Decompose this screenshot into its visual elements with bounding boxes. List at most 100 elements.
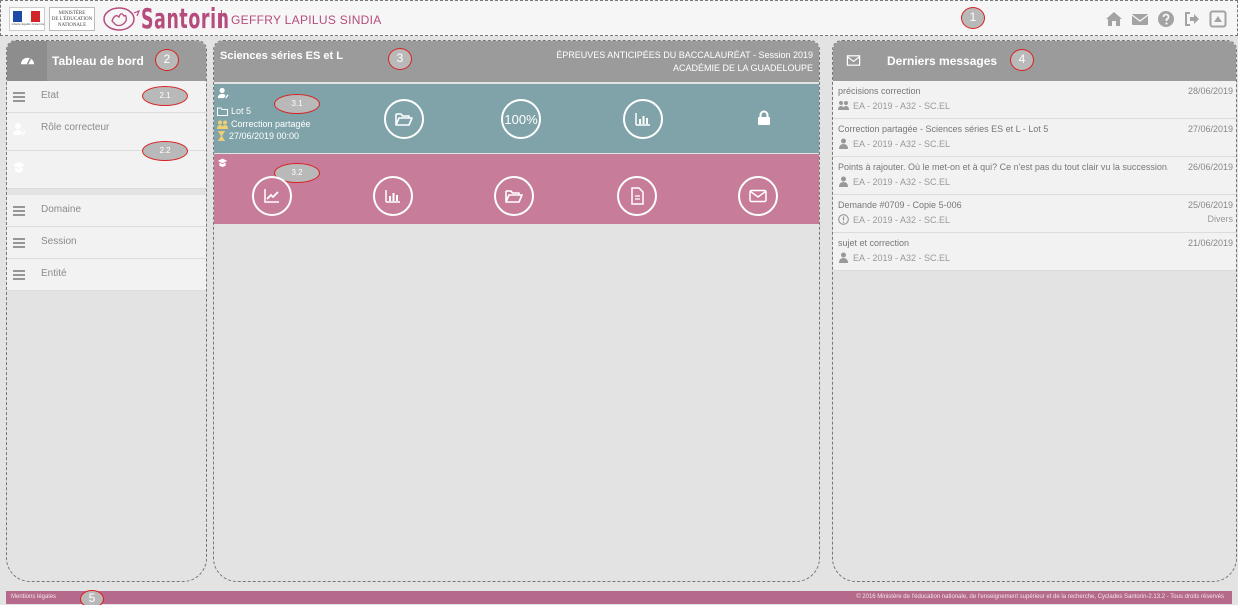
sidebar-item-domaine[interactable]: Domaine	[7, 195, 206, 227]
menu-lines-icon	[7, 81, 31, 112]
callout-3-1: 3.1	[274, 94, 320, 114]
dashboard-gauge-icon	[7, 41, 47, 81]
open-lot-button[interactable]	[384, 99, 424, 139]
document-button[interactable]	[617, 176, 657, 216]
academy-name: ACADÉMIE DE LA GUADELOUPE	[672, 63, 813, 73]
statistics-button[interactable]	[623, 99, 663, 139]
folder-open-icon	[395, 113, 413, 126]
mode-line: Correction partagée	[217, 119, 311, 129]
bar-chart-icon	[385, 190, 400, 203]
info-icon	[838, 214, 849, 225]
message-context: EA - 2019 - A32 - SC.EL	[838, 138, 950, 149]
message-subject: Correction partagée - Sciences séries ES…	[838, 124, 1049, 134]
trend-chart-icon	[264, 189, 279, 203]
message-subject: Points à rajouter. Où le met-on et à qui…	[838, 162, 1168, 172]
legal-link[interactable]: Mentions légales	[11, 591, 56, 604]
message-context: EA - 2019 - A32 - SC.EL	[838, 214, 950, 225]
lot-row-corrector: 3.1 Lot 5 Correction partagée 27/06/2019…	[214, 84, 819, 153]
callout-2-1: 2.1	[142, 86, 188, 106]
callout-5: 5	[80, 590, 104, 605]
progress-indicator[interactable]: 100%	[501, 99, 541, 139]
message-button[interactable]	[738, 176, 778, 216]
user-pen-icon	[217, 87, 229, 99]
graduate-icon	[7, 151, 31, 188]
user-icon	[839, 138, 848, 149]
message-item[interactable]: sujet et correction 21/06/2019 EA - 2019…	[833, 233, 1236, 271]
message-exam-code: EA - 2019 - A32 - SC.EL	[853, 214, 951, 225]
message-item[interactable]: précisions correction 28/06/2019 EA - 20…	[833, 81, 1236, 119]
footer: Mentions légales © 2016 Ministère de l'é…	[6, 591, 1232, 604]
ministry-logo: MINISTÈRE DE L'ÉDUCATION NATIONALE	[49, 7, 95, 31]
date-line: 27/06/2019 00:00	[217, 131, 299, 141]
sidebar-menu: Etat 2.1 Rôle correcteur 2.2 Domaine Ses…	[7, 81, 206, 291]
lot-line: Lot 5	[217, 106, 251, 116]
corrections-panel: Sciences séries ES et L ÉPREUVES ANTICIP…	[213, 40, 820, 582]
stats-button[interactable]	[373, 176, 413, 216]
open-folder-button[interactable]	[494, 176, 534, 216]
message-date: 21/06/2019	[1187, 238, 1233, 248]
republique-logo: Liberté Égalité Fraternité	[9, 7, 45, 31]
collapse-icon[interactable]	[1209, 10, 1227, 28]
messages-list: précisions correction 28/06/2019 EA - 20…	[833, 81, 1236, 271]
message-subject: sujet et correction	[838, 238, 910, 248]
hourglass-icon	[218, 131, 225, 141]
callout-2-2: 2.2	[142, 141, 188, 161]
dashboard-title: Tableau de bord	[52, 54, 144, 68]
header-divider	[221, 10, 222, 28]
sidebar-item-session[interactable]: Session	[7, 227, 206, 259]
menu-lines-icon	[7, 227, 31, 258]
folder-outline-icon	[217, 107, 228, 116]
callout-4: 4	[1010, 49, 1034, 71]
user-icon	[839, 176, 848, 187]
header-actions	[1105, 10, 1227, 28]
message-subject: précisions correction	[838, 86, 921, 96]
callout-2: 2	[155, 49, 179, 71]
envelope-icon[interactable]	[1131, 10, 1149, 28]
message-date: 25/06/2019	[1187, 200, 1233, 210]
lot-row-manager: 3.2	[214, 154, 819, 224]
callout-3: 3	[388, 48, 412, 70]
top-bar: Liberté Égalité Fraternité MINISTÈRE DE …	[0, 0, 1238, 36]
sidebar-item-label: Entité	[41, 268, 67, 279]
message-item[interactable]: Correction partagée - Sciences séries ES…	[833, 119, 1236, 157]
sidebar-item-label: Rôle correcteur	[41, 122, 110, 133]
lock-icon	[758, 110, 770, 125]
app-name[interactable]: Santorin	[141, 4, 230, 34]
group-icon	[838, 101, 849, 110]
message-item[interactable]: Points à rajouter. Où le met-on et à qui…	[833, 157, 1236, 195]
sidebar-item-entite[interactable]: Entité	[7, 259, 206, 291]
flag-caption: Liberté Égalité Fraternité	[11, 22, 45, 26]
message-subject: Demande #0709 - Copie 5-006	[838, 200, 962, 210]
message-context: EA - 2019 - A32 - SC.EL	[838, 100, 950, 111]
messages-panel: Derniers messages 4 précisions correctio…	[832, 40, 1237, 582]
menu-lines-icon	[7, 195, 31, 226]
message-category: Divers	[1207, 214, 1233, 224]
message-context: EA - 2019 - A32 - SC.EL	[838, 176, 950, 187]
help-icon[interactable]	[1157, 10, 1175, 28]
dashboard-panel: Tableau de bord 2 Etat 2.1 Rôle correcte…	[6, 40, 207, 582]
message-item[interactable]: Demande #0709 - Copie 5-006 25/06/2019 E…	[833, 195, 1236, 233]
message-date: 27/06/2019	[1187, 124, 1233, 134]
menu-lines-icon	[7, 259, 31, 290]
bar-chart-icon	[635, 113, 650, 126]
message-context: EA - 2019 - A32 - SC.EL	[838, 252, 950, 263]
callout-1: 1	[961, 7, 985, 29]
ministry-line-3: NATIONALE	[57, 23, 87, 28]
logout-icon[interactable]	[1183, 10, 1201, 28]
sidebar-item-role-2[interactable]: 2.2	[7, 141, 206, 189]
lot-name: Lot 5	[231, 106, 252, 116]
subject-title: Sciences séries ES et L	[220, 50, 343, 62]
sidebar-item-label: Domaine	[41, 204, 82, 215]
exam-title: ÉPREUVES ANTICIPÉES DU BACCALAURÉAT - Se…	[556, 50, 813, 60]
message-date: 28/06/2019	[1187, 86, 1233, 96]
group-icon	[217, 120, 228, 129]
messages-title: Derniers messages	[887, 54, 998, 68]
user-icon	[839, 252, 848, 263]
home-icon[interactable]	[1105, 10, 1123, 28]
results-trend-button[interactable]	[252, 176, 292, 216]
user-name: GEFFRY LAPILUS SINDIA	[231, 13, 382, 27]
message-exam-code: EA - 2019 - A32 - SC.EL	[853, 252, 951, 263]
user-pen-icon	[7, 113, 31, 150]
correction-mode: Correction partagée	[231, 119, 311, 129]
sidebar-item-etat[interactable]: Etat 2.1	[7, 81, 206, 113]
